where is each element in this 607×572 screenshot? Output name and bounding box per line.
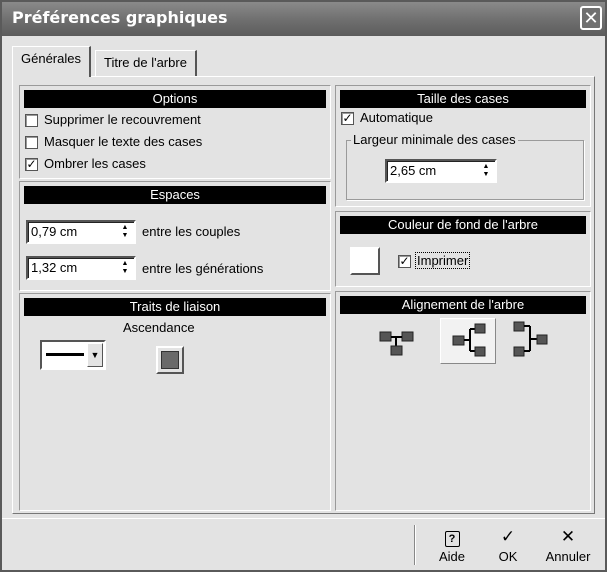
spinner-arrows-icon[interactable]: ▲ ▼ <box>481 163 491 179</box>
taille-header: Taille des cases <box>340 90 586 108</box>
espaces-group: Espaces 0,79 cm ▲ ▼ entre les couples 1,3… <box>19 181 331 291</box>
supprimer-recouvrement-checkbox[interactable] <box>25 114 38 127</box>
line-color-button[interactable] <box>156 346 184 374</box>
ombrer-cases-checkbox[interactable]: ✓ <box>25 158 38 171</box>
alignement-group: Alignement de l'arbre <box>335 291 591 511</box>
imprimer-label: Imprimer <box>414 252 471 269</box>
tab-generales[interactable]: Générales <box>12 46 91 77</box>
tab-generales-label: Générales <box>21 51 81 66</box>
generations-value: 1,32 cm <box>31 260 78 275</box>
ombrer-cases-label: Ombrer les cases <box>44 156 146 171</box>
preferences-window: Préférences graphiques ✕ Générales Titre… <box>0 0 607 572</box>
largeur-fieldset: Largeur minimale des cases 2,65 cm ▲ ▼ <box>346 132 584 200</box>
couples-spinner[interactable]: 0,79 cm ▲ ▼ <box>26 220 136 244</box>
cancel-button[interactable]: ✕ Annuler <box>540 527 596 564</box>
traits-group: Traits de liaison Ascendance ▼ <box>19 293 331 511</box>
spinner-arrows-icon[interactable]: ▲ ▼ <box>120 260 130 276</box>
couleur-header: Couleur de fond de l'arbre <box>340 216 586 234</box>
align-right-button[interactable] <box>506 318 554 362</box>
window-title: Préférences graphiques <box>12 8 228 27</box>
help-label: Aide <box>438 549 466 564</box>
cancel-label: Annuler <box>545 549 591 564</box>
tab-panel: Options Supprimer le recouvrement Masque… <box>12 76 595 514</box>
couples-label: entre les couples <box>142 224 241 239</box>
espaces-header: Espaces <box>24 186 326 204</box>
checkmark-icon: ✓ <box>342 111 353 125</box>
couples-value: 0,79 cm <box>31 224 78 239</box>
options-group: Options Supprimer le recouvrement Masque… <box>19 85 331 179</box>
generations-label: entre les générations <box>142 261 264 276</box>
tab-titre-arbre[interactable]: Titre de l'arbre <box>95 50 197 76</box>
taille-group: Taille des cases ✓ Automatique Largeur m… <box>335 85 591 207</box>
checkmark-icon: ✓ <box>399 254 410 268</box>
line-style-preview <box>46 353 84 356</box>
automatique-label: Automatique <box>360 110 433 125</box>
largeur-legend: Largeur minimale des cases <box>351 132 518 147</box>
automatique-checkbox[interactable]: ✓ <box>341 112 354 125</box>
help-button[interactable]: ? Aide <box>432 527 472 564</box>
close-button[interactable]: ✕ <box>580 6 602 30</box>
checkmark-icon: ✓ <box>26 157 37 171</box>
largeur-spinner[interactable]: 2,65 cm ▲ ▼ <box>385 159 497 183</box>
align-center-button[interactable] <box>440 318 496 364</box>
traits-header: Traits de liaison <box>24 298 326 316</box>
checkmark-icon: ✓ <box>500 527 516 546</box>
largeur-value: 2,65 cm <box>390 163 437 178</box>
align-top-icon <box>379 331 414 356</box>
help-icon: ? <box>432 527 472 549</box>
ok-label: OK <box>498 549 518 564</box>
tab-titre-arbre-label: Titre de l'arbre <box>104 55 187 70</box>
ascendance-label: Ascendance <box>123 320 195 335</box>
align-top-button[interactable] <box>374 320 418 360</box>
footer-bar: ? Aide ✓ OK ✕ Annuler <box>2 518 605 570</box>
options-header: Options <box>24 90 326 108</box>
align-right-icon <box>513 321 548 357</box>
masquer-texte-checkbox[interactable] <box>25 136 38 149</box>
footer-divider <box>414 525 415 565</box>
imprimer-checkbox[interactable]: ✓ <box>398 255 411 268</box>
couleur-group: Couleur de fond de l'arbre ✓ Imprimer <box>335 211 591 287</box>
close-icon: ✕ <box>560 527 576 546</box>
line-color-swatch <box>161 351 179 369</box>
alignement-header: Alignement de l'arbre <box>340 296 586 314</box>
masquer-texte-label: Masquer le texte des cases <box>44 134 203 149</box>
spinner-arrows-icon[interactable]: ▲ ▼ <box>120 224 130 240</box>
generations-spinner[interactable]: 1,32 cm ▲ ▼ <box>26 256 136 280</box>
chevron-down-icon[interactable]: ▼ <box>87 343 103 367</box>
ok-button[interactable]: ✓ OK <box>493 527 523 564</box>
bg-color-button[interactable] <box>350 247 380 275</box>
align-center-icon <box>452 323 486 357</box>
line-style-dropdown[interactable]: ▼ <box>40 340 106 370</box>
supprimer-recouvrement-label: Supprimer le recouvrement <box>44 112 201 127</box>
close-icon: ✕ <box>583 8 599 28</box>
title-bar[interactable]: Préférences graphiques ✕ <box>2 2 605 36</box>
